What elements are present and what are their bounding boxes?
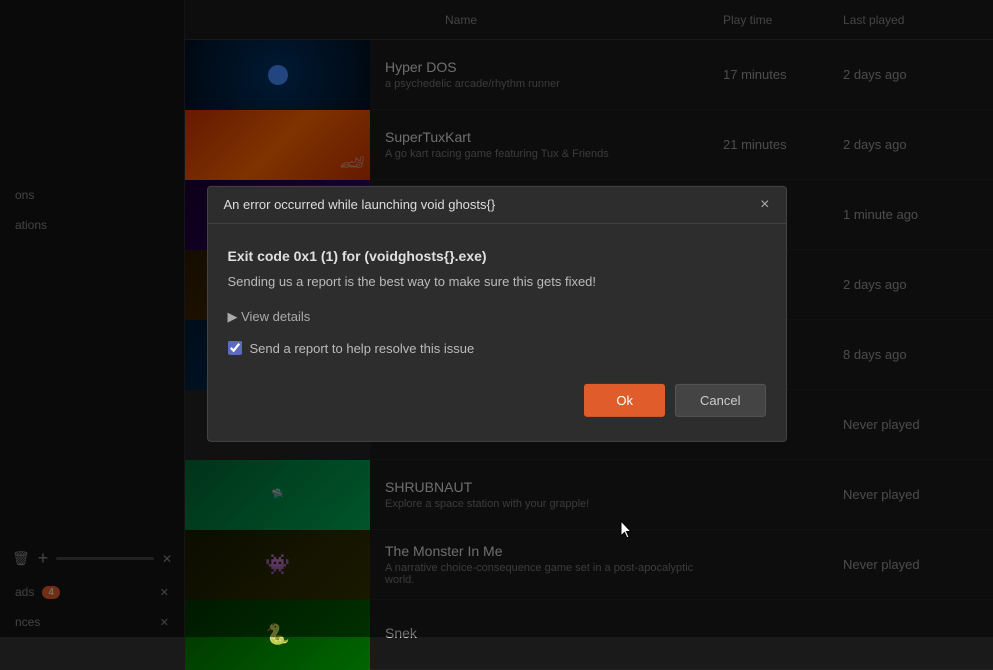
dialog-error-title: Exit code 0x1 (1) for (voidghosts{}.exe) [228, 247, 766, 263]
ok-button[interactable]: Ok [584, 383, 665, 416]
send-report-label: Send a report to help resolve this issue [250, 340, 475, 355]
dialog-body: Exit code 0x1 (1) for (voidghosts{}.exe)… [208, 223, 786, 440]
cancel-button[interactable]: Cancel [675, 383, 765, 416]
error-dialog: An error occurred while launching void g… [207, 185, 787, 441]
dialog-details-toggle[interactable]: ▶ View details [228, 308, 766, 324]
dialog-close-button[interactable]: × [760, 196, 769, 212]
dialog-title: An error occurred while launching void g… [224, 197, 496, 212]
dialog-checkbox-row: Send a report to help resolve this issue [228, 340, 766, 355]
dialog-actions: Ok Cancel [228, 379, 766, 420]
dialog-error-msg: Sending us a report is the best way to m… [228, 273, 766, 288]
dialog-titlebar: An error occurred while launching void g… [208, 186, 786, 223]
send-report-checkbox[interactable] [228, 341, 242, 355]
